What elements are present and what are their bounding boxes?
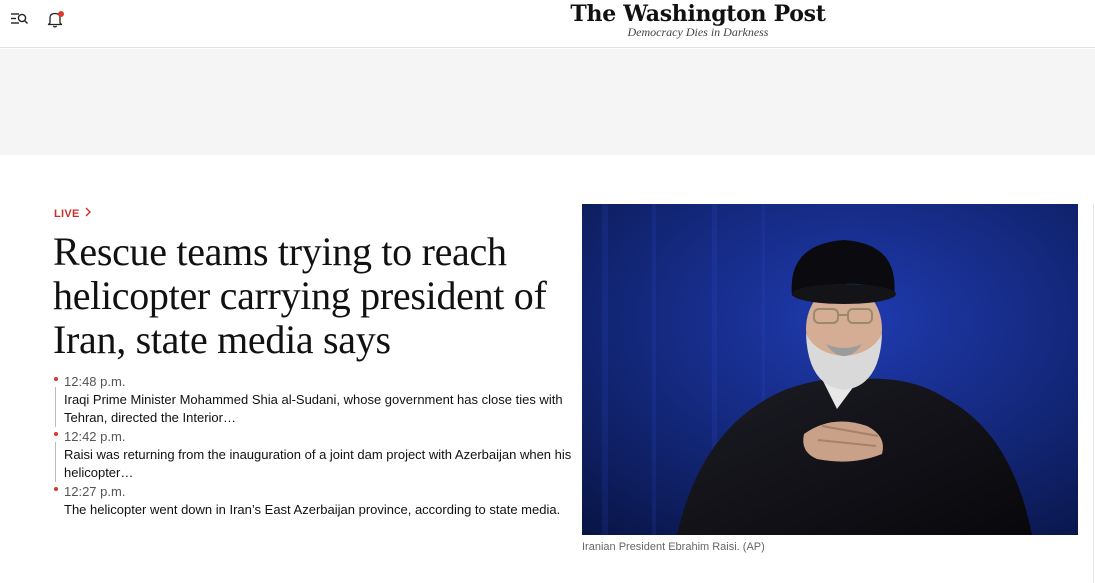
live-update-item[interactable]: 12:27 p.m. The helicopter went down in I… [54,482,574,519]
tagline: Democracy Dies in Darkness [627,25,769,39]
top-navigation-bar: The Washington Post Democracy Dies in Da… [0,0,1095,48]
bullet-dot-icon [54,432,58,436]
chevron-right-icon [84,207,92,220]
column-divider [1093,204,1094,583]
notification-dot [58,11,64,17]
logo[interactable]: The Washington Post [548,1,848,27]
live-update-item[interactable]: 12:42 p.m. Raisi was returning from the … [54,427,574,482]
live-update-item[interactable]: 12:48 p.m. Iraqi Prime Minister Mohammed… [54,372,574,427]
bell-icon[interactable] [45,9,65,29]
search-menu-icon[interactable] [9,9,29,29]
update-time: 12:48 p.m. [64,374,126,389]
update-text: Raisi was returning from the inauguratio… [64,447,572,480]
live-label[interactable]: LIVE [54,207,92,220]
masthead[interactable]: The Washington Post Democracy Dies in Da… [548,0,848,38]
live-updates-list: 12:48 p.m. Iraqi Prime Minister Mohammed… [54,372,574,519]
update-text: Iraqi Prime Minister Mohammed Shia al-Su… [64,392,563,425]
headline[interactable]: Rescue teams trying to reach helicopter … [53,230,573,362]
update-text: The helicopter went down in Iran’s East … [64,502,561,517]
lead-photo[interactable] [582,204,1078,535]
bullet-dot-icon [54,487,58,491]
timeline-rail [55,442,56,482]
update-time: 12:42 p.m. [64,429,126,444]
update-time: 12:27 p.m. [64,484,126,499]
timeline-rail [55,387,56,427]
photo-caption: Iranian President Ebrahim Raisi. (AP) [582,541,765,553]
ad-placeholder [0,49,1095,155]
live-label-text: LIVE [54,207,80,220]
bullet-dot-icon [54,377,58,381]
